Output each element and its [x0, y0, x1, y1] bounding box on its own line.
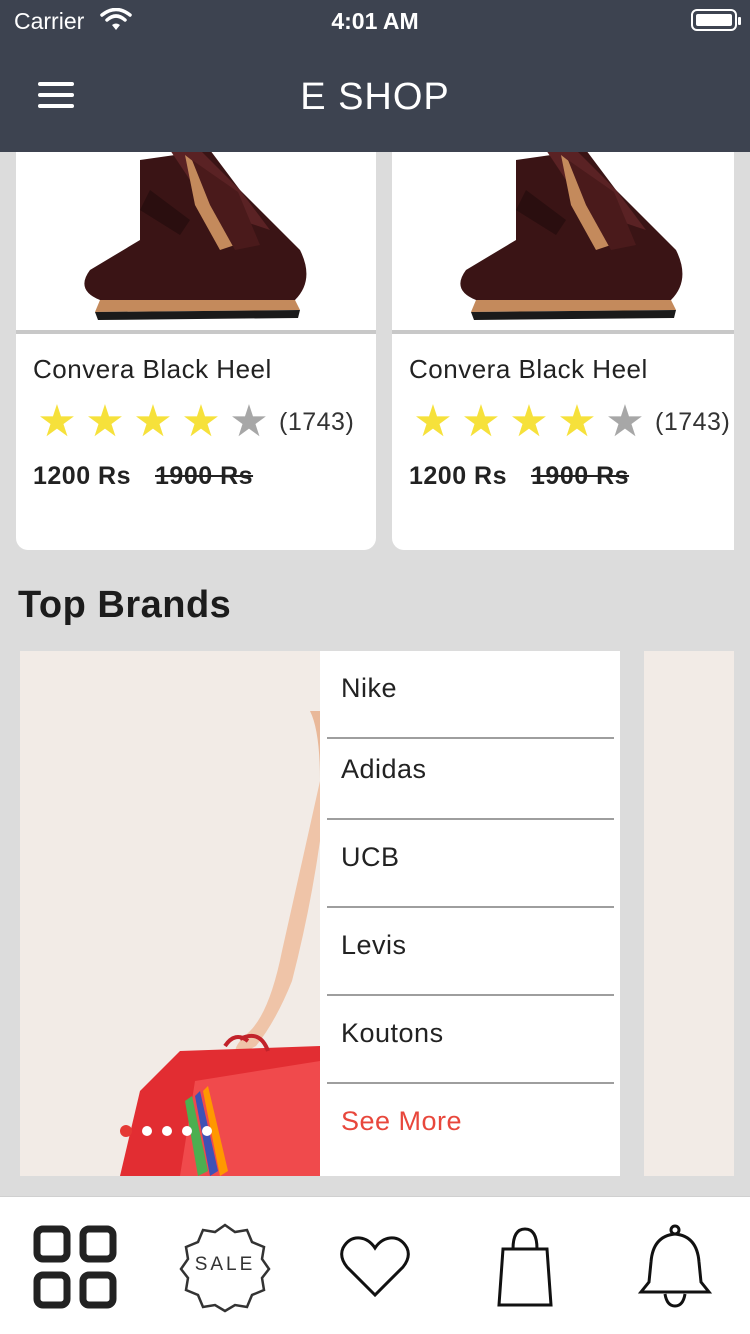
star-filled-icon: ★ — [461, 397, 501, 446]
star-empty-icon: ★ — [605, 397, 645, 446]
brand-item-koutons[interactable]: Koutons — [327, 996, 614, 1084]
bell-icon[interactable] — [627, 1219, 723, 1315]
status-bar: Carrier 4:01 AM — [0, 0, 750, 40]
clock: 4:01 AM — [331, 8, 419, 34]
carousel-dot[interactable] — [202, 1126, 212, 1136]
carousel-pagination — [120, 1125, 212, 1137]
carousel-dot[interactable] — [162, 1126, 172, 1136]
app-title: E SHOP — [300, 76, 450, 118]
categories-grid-icon[interactable] — [27, 1219, 123, 1315]
heart-icon[interactable] — [327, 1219, 423, 1315]
star-filled-icon: ★ — [37, 397, 77, 446]
brand-carousel-card[interactable]: Nike Adidas UCB Levis Koutons See More — [20, 651, 620, 1176]
nav-bar: E SHOP — [0, 40, 750, 152]
star-empty-icon: ★ — [229, 397, 269, 446]
star-filled-icon: ★ — [181, 397, 221, 446]
rating-stars: ★ ★ ★ ★ ★ (1743) — [33, 400, 354, 444]
shopping-bag-icon[interactable] — [477, 1219, 573, 1315]
brand-label: UCB — [341, 842, 400, 872]
brand-item-levis[interactable]: Levis — [327, 908, 614, 996]
star-filled-icon: ★ — [413, 397, 453, 446]
original-price: 1900 Rs — [531, 462, 630, 490]
product-image-shoe[interactable] — [392, 120, 734, 334]
brand-list: Nike Adidas UCB Levis Koutons See More — [320, 651, 620, 1176]
price-row: 1200 Rs 1900 Rs — [409, 462, 629, 491]
brand-label: Levis — [341, 930, 407, 960]
carousel-dot[interactable] — [142, 1126, 152, 1136]
sale-badge-icon[interactable]: SALE — [177, 1219, 273, 1315]
star-filled-icon: ★ — [557, 397, 597, 446]
brand-label: Adidas — [341, 754, 427, 784]
star-filled-icon: ★ — [85, 397, 125, 446]
brand-item-nike[interactable]: Nike — [327, 651, 614, 739]
section-title: Top Brands — [18, 584, 232, 626]
battery-icon — [691, 9, 741, 31]
star-filled-icon: ★ — [133, 397, 173, 446]
sale-label: SALE — [194, 1254, 256, 1275]
review-count: (1743) — [655, 407, 731, 436]
see-more-label: See More — [341, 1106, 463, 1136]
brand-item-ucb[interactable]: UCB — [327, 820, 614, 908]
original-price: 1900 Rs — [155, 462, 254, 490]
brand-item-adidas[interactable]: Adidas — [327, 732, 614, 820]
next-brand-card[interactable] — [644, 651, 734, 1176]
bottom-tab-bar: SALE — [0, 1196, 750, 1334]
price-row: 1200 Rs 1900 Rs — [33, 462, 253, 491]
star-filled-icon: ★ — [509, 397, 549, 446]
promo-image[interactable] — [20, 651, 320, 1176]
product-card[interactable]: Convera Black Heel ★ ★ ★ ★ ★ (1743) 1200… — [392, 120, 734, 550]
carousel-dot[interactable] — [182, 1126, 192, 1136]
rating-stars: ★ ★ ★ ★ ★ (1743) — [409, 400, 730, 444]
current-price: 1200 Rs — [33, 462, 132, 490]
brand-label: Koutons — [341, 1018, 444, 1048]
product-image-shoe[interactable] — [16, 120, 376, 334]
product-name[interactable]: Convera Black Heel — [33, 354, 272, 385]
product-name[interactable]: Convera Black Heel — [409, 354, 648, 385]
review-count: (1743) — [279, 407, 355, 436]
current-price: 1200 Rs — [409, 462, 508, 490]
carousel-dot-active[interactable] — [120, 1125, 132, 1137]
brand-label: Nike — [341, 673, 398, 703]
app-header: Carrier 4:01 AM E SHOP — [0, 0, 750, 152]
product-card[interactable]: Convera Black Heel ★ ★ ★ ★ ★ (1743) 1200… — [16, 120, 376, 550]
see-more-link[interactable]: See More — [327, 1084, 614, 1172]
